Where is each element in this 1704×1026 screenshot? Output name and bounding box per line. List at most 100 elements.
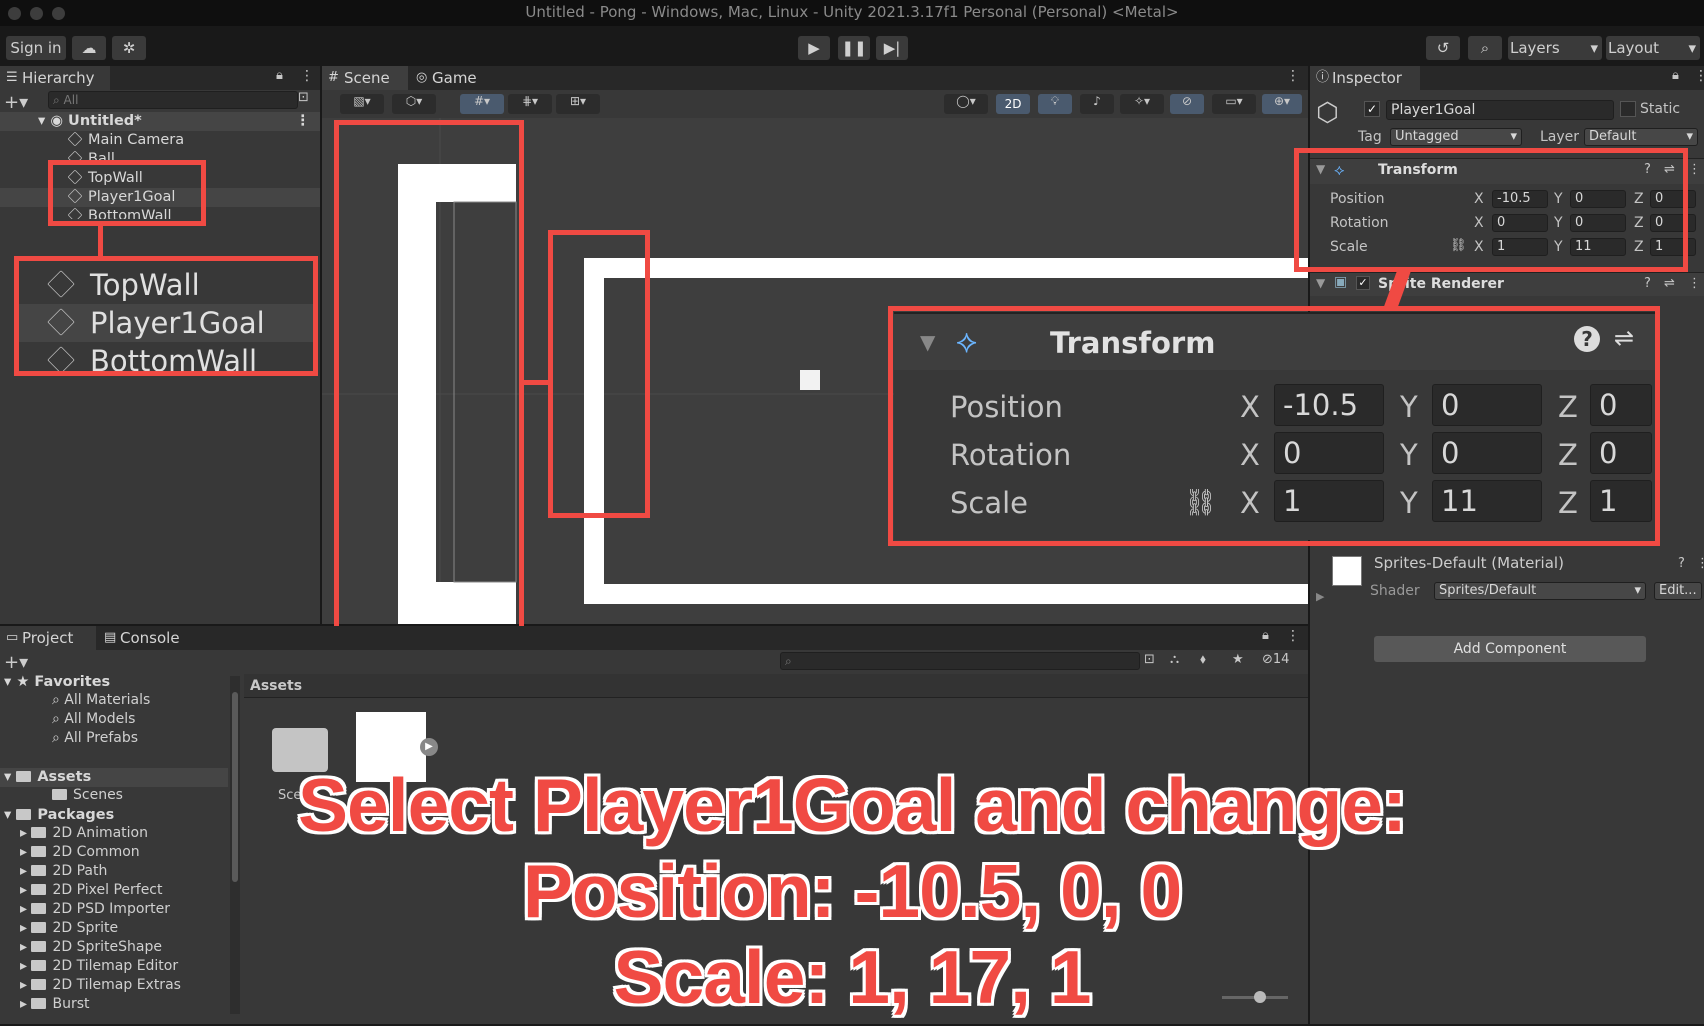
add-object-button[interactable]: +▾ [4,92,28,113]
favorites-label: Favorites [34,674,111,690]
effects-dropdown[interactable]: ✧▾ [1120,94,1164,114]
search-icon[interactable]: ⌕ [1468,36,1502,60]
favorites-header[interactable]: ▾ ★ Favorites [4,673,110,692]
grid-snap-dropdown[interactable]: #▾ [460,94,504,114]
help-icon[interactable]: ? [1678,556,1685,571]
material-preview [1332,556,1362,586]
hidden-packages-toggle[interactable]: ⊘14 [1262,652,1289,667]
audio-toggle-icon[interactable]: ♪ [1080,94,1114,114]
cloud-icon[interactable]: ☁ [72,36,106,60]
static-checkbox[interactable] [1620,101,1636,117]
sprite-renderer-enabled-checkbox[interactable]: ✓ [1356,276,1370,290]
step-button[interactable]: ▶| [876,36,908,60]
2d-mode-toggle[interactable]: 2D [996,94,1030,114]
lock-icon[interactable]: 🔒︎ [276,68,283,83]
camera-dropdown[interactable]: ▭▾ [1212,94,1256,114]
inspector-tabbar: ⓘ Inspector 🔒︎ ⋮ [1310,66,1704,90]
close-window-button[interactable] [8,7,21,20]
project-tab-label: Project [22,629,74,647]
tab-game[interactable]: ◎ Game [410,66,496,90]
draw-mode-dropdown[interactable]: ▧▾ [340,94,384,114]
minimize-window-button[interactable] [30,7,43,20]
collab-icon[interactable]: ✲ [112,36,146,60]
play-button[interactable]: ▶ [798,36,830,60]
layer-label: Layer [1540,129,1580,145]
favorite-all-materials[interactable]: ⌕ All Materials [0,692,150,709]
shader-dropdown[interactable]: Sprites/Default ▾ [1434,582,1646,600]
search-options-icon[interactable]: ⊡ [1144,652,1155,667]
help-icon[interactable]: ? [1644,276,1651,291]
eye-slash-icon: ⊘ [1262,652,1273,667]
shader-label: Shader [1370,583,1420,599]
undo-history-icon[interactable]: ↺ [1426,36,1460,60]
goal-highlight-box [548,230,650,518]
more-icon[interactable]: ⋮ [1688,276,1701,291]
topwall-sprite[interactable] [584,258,1308,278]
foldout-arrow-icon[interactable]: ▶ [1316,590,1324,603]
chevron-down-icon: ▾ [1686,129,1693,144]
foldout-arrow-icon[interactable]: ▼ [1316,276,1325,290]
layer-dropdown[interactable]: Default ▾ [1584,128,1698,146]
more-icon[interactable]: ⋮ [1688,162,1701,177]
favorite-all-models[interactable]: ⌕ All Models [0,711,135,728]
layout-dropdown[interactable]: Layout ▾ [1606,36,1700,60]
project-search-input[interactable]: ⌕ [780,652,1140,670]
caption-line-1: Select Player1Goal and change: [298,763,1407,847]
hierarchy-search-input[interactable]: ⌕ All [48,91,298,109]
bottomwall-sprite[interactable] [584,584,1308,604]
layer-value: Default [1589,129,1637,144]
create-asset-button[interactable]: +▾ [4,652,28,673]
more-icon[interactable]: ⋮ [1694,68,1704,84]
game-tab-label: Game [432,69,477,87]
more-icon[interactable]: ⋮ [1286,628,1300,644]
lighting-toggle-icon[interactable]: 💡︎ [1038,94,1072,114]
sign-in-button[interactable]: Sign in [6,36,66,60]
layers-dropdown[interactable]: Layers ▾ [1508,36,1602,60]
tab-console[interactable]: ▤ Console [98,626,194,650]
more-icon[interactable]: ⋮ [1286,68,1300,84]
ruler-dropdown[interactable]: ⊞▾ [556,94,600,114]
assets-breadcrumb-bar [244,674,1308,698]
more-icon[interactable]: ⋮ [1696,556,1704,571]
tab-hierarchy[interactable]: ☰ Hierarchy [0,66,110,90]
inspector-tab-label: Inspector [1332,69,1402,87]
hidden-objects-icon[interactable]: ⊘ [1170,94,1204,114]
favorite-all-prefabs[interactable]: ⌕ All Prefabs [0,730,138,747]
favorites-star-icon[interactable]: ★ [1232,652,1244,667]
expand-sprite-icon[interactable]: ▶ [420,738,438,756]
snap-increment-dropdown[interactable]: ⋕▾ [508,94,552,114]
lock-icon[interactable]: 🔒︎ [1262,628,1269,643]
more-icon[interactable]: ⋮ [300,68,314,84]
breadcrumb[interactable]: Assets [250,678,302,694]
hierarchy-item-main-camera[interactable]: Main Camera [67,131,184,150]
hierarchy-tab-label: Hierarchy [22,69,95,87]
gameobject-icon: ⬡ [1316,98,1339,128]
search-icon: ⌕ [52,730,60,746]
transform-highlight-box [1294,148,1688,272]
scene-root-row[interactable]: ▾ ◉ Untitled* ⋮ [0,112,320,131]
shading-mode-dropdown[interactable]: ◯▾ [944,94,988,114]
grid-icon: # [328,70,339,85]
lock-icon[interactable]: 🔒︎ [1672,68,1679,83]
shader-value: Sprites/Default [1439,583,1537,598]
filter-type-icon[interactable]: ⛬ [1170,652,1179,667]
info-icon: ⓘ [1316,70,1330,85]
render-mode-dropdown[interactable]: ⬡▾ [392,94,436,114]
maximize-window-button[interactable] [52,7,65,20]
tab-inspector[interactable]: ⓘ Inspector [1310,66,1420,90]
search-options-icon[interactable]: ⊡ [298,90,309,105]
more-icon[interactable]: ⋮ [296,112,311,131]
hierarchy-item-ball[interactable]: Ball [68,150,115,160]
tab-scene[interactable]: # Scene [322,66,408,90]
pause-button[interactable]: ❚❚ [838,36,870,60]
presets-icon[interactable]: ⇌ [1664,276,1675,291]
add-component-button[interactable]: Add Component [1374,636,1646,662]
active-checkbox[interactable]: ✓ [1364,101,1380,117]
callout-connector [522,380,550,385]
gizmos-dropdown[interactable]: ⊕▾ [1262,94,1302,114]
object-name-field[interactable]: Player1Goal [1386,100,1614,120]
label-filter-icon[interactable]: ⬧ [1200,652,1206,667]
tab-project[interactable]: ▭ Project [0,626,96,650]
tag-dropdown[interactable]: Untagged ▾ [1390,128,1522,146]
shader-edit-button[interactable]: Edit... [1654,582,1702,600]
